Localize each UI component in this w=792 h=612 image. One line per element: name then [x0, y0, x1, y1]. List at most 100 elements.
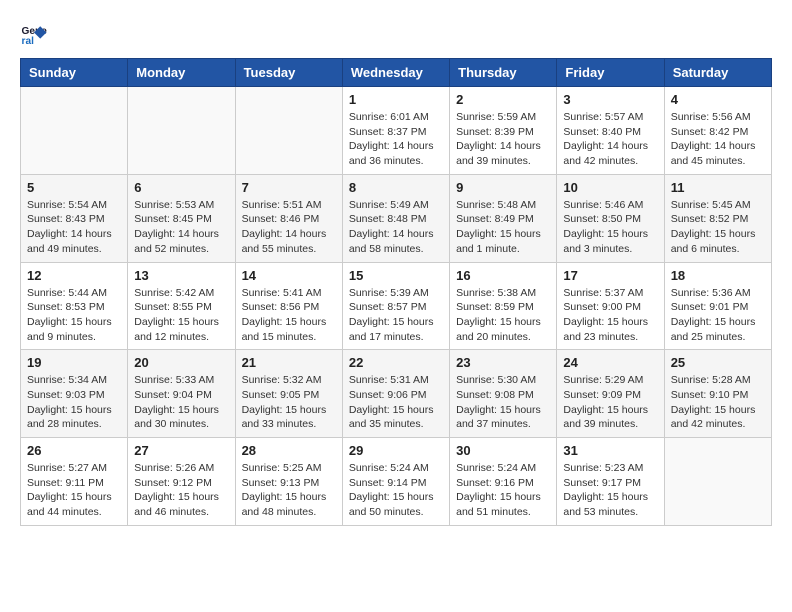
- calendar-cell: 3 Sunrise: 5:57 AM Sunset: 8:40 PM Daylig…: [557, 87, 664, 175]
- day-info: Sunrise: 5:28 AM Sunset: 9:10 PM Dayligh…: [671, 373, 765, 432]
- day-number: 14: [242, 268, 336, 283]
- day-info: Sunrise: 5:56 AM Sunset: 8:42 PM Dayligh…: [671, 110, 765, 169]
- calendar-header-row: SundayMondayTuesdayWednesdayThursdayFrid…: [21, 59, 772, 87]
- day-number: 2: [456, 92, 550, 107]
- day-header-saturday: Saturday: [664, 59, 771, 87]
- calendar-cell: 5 Sunrise: 5:54 AM Sunset: 8:43 PM Daylig…: [21, 174, 128, 262]
- calendar-cell: 17 Sunrise: 5:37 AM Sunset: 9:00 PM Dayli…: [557, 262, 664, 350]
- calendar-week-row: 26 Sunrise: 5:27 AM Sunset: 9:11 PM Dayli…: [21, 438, 772, 526]
- calendar-cell: 19 Sunrise: 5:34 AM Sunset: 9:03 PM Dayli…: [21, 350, 128, 438]
- calendar-cell: 4 Sunrise: 5:56 AM Sunset: 8:42 PM Daylig…: [664, 87, 771, 175]
- calendar-cell: 26 Sunrise: 5:27 AM Sunset: 9:11 PM Dayli…: [21, 438, 128, 526]
- day-header-thursday: Thursday: [450, 59, 557, 87]
- calendar-table: SundayMondayTuesdayWednesdayThursdayFrid…: [20, 58, 772, 526]
- svg-text:ral: ral: [22, 36, 35, 47]
- calendar-cell: 23 Sunrise: 5:30 AM Sunset: 9:08 PM Dayli…: [450, 350, 557, 438]
- day-number: 12: [27, 268, 121, 283]
- day-number: 30: [456, 443, 550, 458]
- calendar-cell: 12 Sunrise: 5:44 AM Sunset: 8:53 PM Dayli…: [21, 262, 128, 350]
- day-info: Sunrise: 5:53 AM Sunset: 8:45 PM Dayligh…: [134, 198, 228, 257]
- day-info: Sunrise: 5:49 AM Sunset: 8:48 PM Dayligh…: [349, 198, 443, 257]
- day-number: 3: [563, 92, 657, 107]
- day-header-monday: Monday: [128, 59, 235, 87]
- day-number: 25: [671, 355, 765, 370]
- day-number: 21: [242, 355, 336, 370]
- day-info: Sunrise: 5:54 AM Sunset: 8:43 PM Dayligh…: [27, 198, 121, 257]
- day-header-tuesday: Tuesday: [235, 59, 342, 87]
- day-number: 26: [27, 443, 121, 458]
- day-number: 28: [242, 443, 336, 458]
- day-info: Sunrise: 5:34 AM Sunset: 9:03 PM Dayligh…: [27, 373, 121, 432]
- calendar-cell: 8 Sunrise: 5:49 AM Sunset: 8:48 PM Daylig…: [342, 174, 449, 262]
- calendar-cell: [235, 87, 342, 175]
- day-info: Sunrise: 5:31 AM Sunset: 9:06 PM Dayligh…: [349, 373, 443, 432]
- day-info: Sunrise: 5:27 AM Sunset: 9:11 PM Dayligh…: [27, 461, 121, 520]
- calendar-cell: 16 Sunrise: 5:38 AM Sunset: 8:59 PM Dayli…: [450, 262, 557, 350]
- day-info: Sunrise: 5:41 AM Sunset: 8:56 PM Dayligh…: [242, 286, 336, 345]
- day-number: 11: [671, 180, 765, 195]
- day-number: 20: [134, 355, 228, 370]
- day-info: Sunrise: 5:37 AM Sunset: 9:00 PM Dayligh…: [563, 286, 657, 345]
- day-info: Sunrise: 5:48 AM Sunset: 8:49 PM Dayligh…: [456, 198, 550, 257]
- page-header: Gene ral: [20, 20, 772, 48]
- calendar-cell: 24 Sunrise: 5:29 AM Sunset: 9:09 PM Dayli…: [557, 350, 664, 438]
- day-number: 31: [563, 443, 657, 458]
- day-info: Sunrise: 5:24 AM Sunset: 9:16 PM Dayligh…: [456, 461, 550, 520]
- day-info: Sunrise: 5:25 AM Sunset: 9:13 PM Dayligh…: [242, 461, 336, 520]
- day-info: Sunrise: 6:01 AM Sunset: 8:37 PM Dayligh…: [349, 110, 443, 169]
- day-number: 13: [134, 268, 228, 283]
- calendar-cell: [664, 438, 771, 526]
- day-number: 24: [563, 355, 657, 370]
- calendar-cell: [21, 87, 128, 175]
- calendar-cell: 11 Sunrise: 5:45 AM Sunset: 8:52 PM Dayli…: [664, 174, 771, 262]
- day-number: 29: [349, 443, 443, 458]
- calendar-cell: 7 Sunrise: 5:51 AM Sunset: 8:46 PM Daylig…: [235, 174, 342, 262]
- day-number: 18: [671, 268, 765, 283]
- day-number: 15: [349, 268, 443, 283]
- day-number: 4: [671, 92, 765, 107]
- day-info: Sunrise: 5:42 AM Sunset: 8:55 PM Dayligh…: [134, 286, 228, 345]
- calendar-cell: 15 Sunrise: 5:39 AM Sunset: 8:57 PM Dayli…: [342, 262, 449, 350]
- calendar-cell: 2 Sunrise: 5:59 AM Sunset: 8:39 PM Daylig…: [450, 87, 557, 175]
- calendar-cell: 31Sunrise: 5:23 AM Sunset: 9:17 PM Dayli…: [557, 438, 664, 526]
- calendar-cell: 18Sunrise: 5:36 AM Sunset: 9:01 PM Dayli…: [664, 262, 771, 350]
- day-number: 17: [563, 268, 657, 283]
- day-info: Sunrise: 5:51 AM Sunset: 8:46 PM Dayligh…: [242, 198, 336, 257]
- calendar-cell: 28 Sunrise: 5:25 AM Sunset: 9:13 PM Dayli…: [235, 438, 342, 526]
- calendar-cell: 21 Sunrise: 5:32 AM Sunset: 9:05 PM Dayli…: [235, 350, 342, 438]
- day-info: Sunrise: 5:39 AM Sunset: 8:57 PM Dayligh…: [349, 286, 443, 345]
- logo: Gene ral: [20, 20, 52, 48]
- calendar-cell: 14 Sunrise: 5:41 AM Sunset: 8:56 PM Dayli…: [235, 262, 342, 350]
- calendar-cell: 29 Sunrise: 5:24 AM Sunset: 9:14 PM Dayli…: [342, 438, 449, 526]
- day-info: Sunrise: 5:30 AM Sunset: 9:08 PM Dayligh…: [456, 373, 550, 432]
- day-number: 27: [134, 443, 228, 458]
- day-info: Sunrise: 5:24 AM Sunset: 9:14 PM Dayligh…: [349, 461, 443, 520]
- day-number: 7: [242, 180, 336, 195]
- day-number: 9: [456, 180, 550, 195]
- day-info: Sunrise: 5:29 AM Sunset: 9:09 PM Dayligh…: [563, 373, 657, 432]
- calendar-week-row: 1 Sunrise: 6:01 AM Sunset: 8:37 PM Daylig…: [21, 87, 772, 175]
- day-info: Sunrise: 5:38 AM Sunset: 8:59 PM Dayligh…: [456, 286, 550, 345]
- calendar-cell: [128, 87, 235, 175]
- day-info: Sunrise: 5:59 AM Sunset: 8:39 PM Dayligh…: [456, 110, 550, 169]
- day-info: Sunrise: 5:45 AM Sunset: 8:52 PM Dayligh…: [671, 198, 765, 257]
- day-number: 22: [349, 355, 443, 370]
- logo-icon: Gene ral: [20, 20, 48, 48]
- calendar-cell: 22 Sunrise: 5:31 AM Sunset: 9:06 PM Dayli…: [342, 350, 449, 438]
- day-number: 10: [563, 180, 657, 195]
- day-header-wednesday: Wednesday: [342, 59, 449, 87]
- day-number: 19: [27, 355, 121, 370]
- calendar-cell: 10 Sunrise: 5:46 AM Sunset: 8:50 PM Dayli…: [557, 174, 664, 262]
- day-info: Sunrise: 5:44 AM Sunset: 8:53 PM Dayligh…: [27, 286, 121, 345]
- day-number: 1: [349, 92, 443, 107]
- day-info: Sunrise: 5:46 AM Sunset: 8:50 PM Dayligh…: [563, 198, 657, 257]
- day-number: 8: [349, 180, 443, 195]
- day-number: 5: [27, 180, 121, 195]
- calendar-cell: 30 Sunrise: 5:24 AM Sunset: 9:16 PM Dayli…: [450, 438, 557, 526]
- day-info: Sunrise: 5:57 AM Sunset: 8:40 PM Dayligh…: [563, 110, 657, 169]
- day-number: 23: [456, 355, 550, 370]
- calendar-week-row: 19 Sunrise: 5:34 AM Sunset: 9:03 PM Dayli…: [21, 350, 772, 438]
- day-number: 16: [456, 268, 550, 283]
- calendar-cell: 13 Sunrise: 5:42 AM Sunset: 8:55 PM Dayli…: [128, 262, 235, 350]
- day-info: Sunrise: 5:32 AM Sunset: 9:05 PM Dayligh…: [242, 373, 336, 432]
